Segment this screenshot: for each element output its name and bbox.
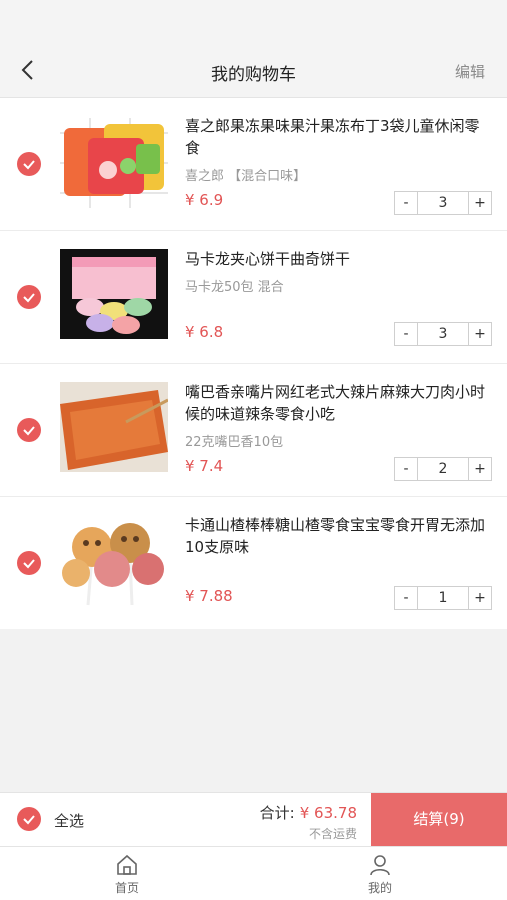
quantity-stepper: - 3 +	[394, 191, 492, 215]
nav-header: 我的购物车 编辑	[0, 0, 507, 98]
macaron-box-image	[60, 249, 168, 339]
product-image[interactable]	[60, 118, 168, 208]
cart-page: 我的购物车 编辑 喜之郎果冻果味果汁果冻布丁3袋儿童休闲零食 喜之郎 【混合口味…	[0, 0, 507, 900]
product-image[interactable]	[60, 249, 168, 339]
quantity-value[interactable]: 3	[417, 192, 469, 214]
cart-list: 喜之郎果冻果味果汁果冻布丁3袋儿童休闲零食 喜之郎 【混合口味】 ¥ 6.9 -…	[0, 98, 507, 629]
product-price: ¥ 7.88	[185, 587, 233, 605]
increase-button[interactable]: +	[469, 192, 491, 214]
product-spec: 22克嘴巴香10包	[185, 435, 284, 450]
tab-mine[interactable]: 我的	[340, 853, 420, 896]
tab-home[interactable]: 首页	[87, 853, 167, 896]
product-spec: 喜之郎 【混合口味】	[185, 169, 307, 184]
check-icon	[23, 815, 35, 825]
decrease-button[interactable]: -	[395, 587, 417, 609]
total-label: 合计:	[259, 804, 295, 822]
cart-item: 卡通山楂棒棒糖山楂零食宝宝零食开胃无添加10支原味 ¥ 7.88 - 1 +	[0, 497, 507, 629]
decrease-button[interactable]: -	[395, 192, 417, 214]
shipping-note: 不含运费	[308, 827, 357, 841]
item-checkbox[interactable]	[17, 418, 41, 442]
quantity-value[interactable]: 2	[417, 458, 469, 480]
increase-button[interactable]: +	[469, 458, 491, 480]
product-price: ¥ 6.8	[185, 323, 224, 341]
quantity-value[interactable]: 3	[417, 323, 469, 345]
product-name[interactable]: 卡通山楂棒棒糖山楂零食宝宝零食开胃无添加10支原味	[185, 514, 490, 558]
select-all-label[interactable]: 全选	[54, 810, 84, 831]
home-icon	[117, 854, 137, 875]
product-price: ¥ 6.9	[185, 191, 224, 209]
tab-home-label: 首页	[114, 881, 139, 895]
quantity-stepper: - 1 +	[394, 586, 492, 610]
total-value: ¥ 63.78	[299, 804, 357, 822]
check-icon	[23, 160, 35, 170]
decrease-button[interactable]: -	[395, 323, 417, 345]
cart-item: 马卡龙夹心饼干曲奇饼干 马卡龙50包 混合 ¥ 6.8 - 3 +	[0, 231, 507, 364]
quantity-stepper: - 3 +	[394, 322, 492, 346]
product-price: ¥ 7.4	[185, 457, 224, 475]
item-checkbox[interactable]	[17, 285, 41, 309]
increase-button[interactable]: +	[469, 323, 491, 345]
quantity-value[interactable]: 1	[417, 587, 469, 609]
increase-button[interactable]: +	[469, 587, 491, 609]
tab-bar: 首页 我的	[0, 846, 507, 900]
checkout-button[interactable]: 结算(9)	[371, 793, 507, 846]
checkout-bar: 全选 合计: ¥ 63.78 不含运费 结算(9)	[0, 792, 507, 846]
jelly-bag-image	[60, 118, 168, 208]
total-amount: 合计: ¥ 63.78	[260, 802, 357, 823]
product-name[interactable]: 马卡龙夹心饼干曲奇饼干	[185, 248, 490, 270]
cart-item: 嘴巴香亲嘴片网红老式大辣片麻辣大刀肉小时候的味道辣条零食小吃 22克嘴巴香10包…	[0, 364, 507, 497]
check-icon	[23, 559, 35, 569]
product-spec: 马卡龙50包 混合	[185, 280, 284, 295]
hawthorn-lollipop-image	[60, 517, 168, 607]
spicy-strip-image	[60, 382, 168, 472]
check-icon	[23, 293, 35, 303]
user-icon	[370, 855, 390, 876]
check-icon	[23, 426, 35, 436]
product-name[interactable]: 嘴巴香亲嘴片网红老式大辣片麻辣大刀肉小时候的味道辣条零食小吃	[185, 381, 490, 425]
quantity-stepper: - 2 +	[394, 457, 492, 481]
page-title: 我的购物车	[211, 65, 296, 85]
select-all-checkbox[interactable]	[17, 807, 41, 831]
product-image[interactable]	[60, 517, 168, 607]
cart-item: 喜之郎果冻果味果汁果冻布丁3袋儿童休闲零食 喜之郎 【混合口味】 ¥ 6.9 -…	[0, 98, 507, 231]
item-checkbox[interactable]	[17, 551, 41, 575]
tab-mine-label: 我的	[367, 881, 392, 895]
edit-button[interactable]: 编辑	[455, 61, 485, 82]
item-checkbox[interactable]	[17, 152, 41, 176]
decrease-button[interactable]: -	[395, 458, 417, 480]
product-image[interactable]	[60, 382, 168, 472]
product-name[interactable]: 喜之郎果冻果味果汁果冻布丁3袋儿童休闲零食	[185, 115, 490, 159]
